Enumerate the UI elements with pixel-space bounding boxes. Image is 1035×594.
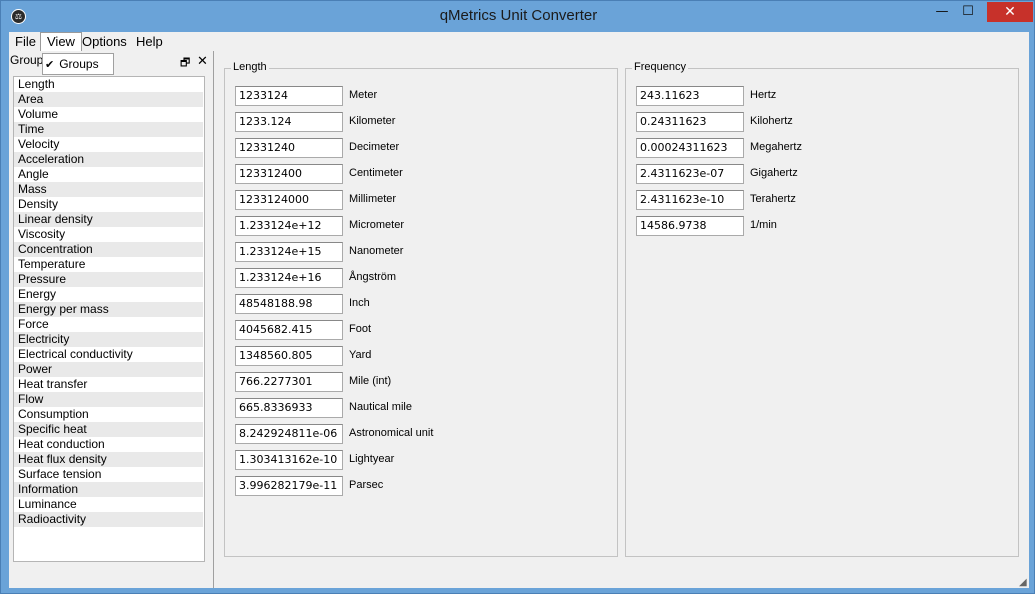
length-unit-label: Meter <box>349 89 378 101</box>
length-value-field[interactable]: 1348560.805 <box>235 346 343 366</box>
group-list-item[interactable]: Energy per mass <box>14 302 203 317</box>
group-list-item[interactable]: Linear density <box>14 212 203 227</box>
app-window: ⚖ qMetrics Unit Converter — ☐ ✕ File Vie… <box>0 0 1035 594</box>
frequency-group-box: Frequency 243.11623 Hertz 0.24311623 Kilohe… <box>625 61 1019 557</box>
length-value-field[interactable]: 766.2277301 <box>235 372 343 392</box>
length-value-field[interactable]: 3.996282179e-11 <box>235 476 343 496</box>
length-value-field[interactable]: 1.303413162e-10 <box>235 450 343 470</box>
close-button[interactable]: ✕ <box>987 2 1033 22</box>
length-value-field[interactable]: 4045682.415 <box>235 320 343 340</box>
length-group-title: Length <box>231 61 269 73</box>
length-value-field[interactable]: 665.8336933 <box>235 398 343 418</box>
group-list-item[interactable]: Electricity <box>14 332 203 347</box>
length-unit-label: Nautical mile <box>349 401 412 413</box>
length-unit-label: Astronomical unit <box>349 427 434 439</box>
group-list-item[interactable]: Heat flux density <box>14 452 203 467</box>
frequency-value-field[interactable]: 2.4311623e-10 <box>636 190 744 210</box>
frequency-group-title: Frequency <box>632 61 688 73</box>
group-list-item[interactable]: Area <box>14 92 203 107</box>
length-unit-label: Millimeter <box>349 193 397 205</box>
group-list-item[interactable]: Surface tension <box>14 467 203 482</box>
group-list-item[interactable]: Heat conduction <box>14 437 203 452</box>
frequency-value-field[interactable]: 0.24311623 <box>636 112 744 132</box>
frequency-unit-label: 1/min <box>750 219 777 231</box>
length-unit-label: Foot <box>349 323 372 335</box>
menu-help[interactable]: Help <box>130 32 169 51</box>
length-value-field[interactable]: 1.233124e+16 <box>235 268 343 288</box>
frequency-value-field[interactable]: 2.4311623e-07 <box>636 164 744 184</box>
maximize-button[interactable]: ☐ <box>955 2 981 22</box>
minimize-button[interactable]: — <box>929 2 955 22</box>
group-list-item[interactable]: Radioactivity <box>14 512 203 527</box>
group-list-item[interactable]: Consumption <box>14 407 203 422</box>
group-list-item[interactable]: Pressure <box>14 272 203 287</box>
group-dock-panel: Group ✔ Groups 🗗 ✕ Length Area Volume Time Ve… <box>9 51 213 588</box>
groups-toggle[interactable]: ✔ Groups <box>42 53 114 75</box>
group-list[interactable]: Length Area Volume Time Velocity Acceleration… <box>13 76 205 562</box>
frequency-value-field[interactable]: 243.11623 <box>636 86 744 106</box>
length-unit-label: Micrometer <box>349 219 405 231</box>
length-value-field[interactable]: 48548188.98 <box>235 294 343 314</box>
frequency-unit-label: Hertz <box>750 89 777 101</box>
length-unit-label: Decimeter <box>349 141 400 153</box>
title-bar[interactable]: ⚖ qMetrics Unit Converter — ☐ ✕ <box>1 1 1035 32</box>
float-dock-icon[interactable]: 🗗 <box>180 54 190 73</box>
length-value-field[interactable]: 1233.124 <box>235 112 343 132</box>
length-value-field[interactable]: 1.233124e+12 <box>235 216 343 236</box>
length-group-box: Length 1233124 Meter 1233.124 Kilometer 1233… <box>224 61 618 557</box>
group-list-item[interactable]: Specific heat <box>14 422 203 437</box>
group-list-item[interactable]: Electrical conductivity <box>14 347 203 362</box>
group-list-item[interactable]: Density <box>14 197 203 212</box>
group-list-item[interactable]: Time <box>14 122 203 137</box>
group-list-item[interactable]: Heat transfer <box>14 377 203 392</box>
group-list-item[interactable]: Concentration <box>14 242 203 257</box>
group-list-item[interactable]: Energy <box>14 287 203 302</box>
group-list-item[interactable]: Flow <box>14 392 203 407</box>
dock-splitter[interactable] <box>213 51 216 588</box>
group-list-item[interactable]: Length <box>14 77 203 92</box>
group-list-item[interactable]: Force <box>14 317 203 332</box>
frequency-unit-label: Kilohertz <box>750 115 793 127</box>
length-unit-label: Nanometer <box>349 245 404 257</box>
length-value-field[interactable]: 8.242924811e-06 <box>235 424 343 444</box>
length-value-field[interactable]: 1233124 <box>235 86 343 106</box>
group-list-item[interactable]: Power <box>14 362 203 377</box>
length-unit-label: Centimeter <box>349 167 403 179</box>
menu-bar: File View Options Help <box>9 32 1029 51</box>
menu-file[interactable]: File <box>9 32 42 51</box>
resize-grip-icon[interactable]: ◢ <box>1019 577 1027 588</box>
length-unit-label: Yard <box>349 349 372 361</box>
client-area: File View Options Help Group ✔ Groups 🗗 ✕… <box>9 32 1029 588</box>
group-list-item[interactable]: Temperature <box>14 257 203 272</box>
length-unit-label: Parsec <box>349 479 384 491</box>
frequency-value-field[interactable]: 0.00024311623 <box>636 138 744 158</box>
menu-options[interactable]: Options <box>76 32 133 51</box>
group-list-item[interactable]: Luminance <box>14 497 203 512</box>
frequency-unit-label: Terahertz <box>750 193 796 205</box>
group-list-item[interactable]: Information <box>14 482 203 497</box>
frequency-value-field[interactable]: 14586.9738 <box>636 216 744 236</box>
group-list-item[interactable]: Velocity <box>14 137 203 152</box>
groups-toggle-label: Groups <box>59 57 99 71</box>
frequency-unit-label: Megahertz <box>750 141 802 153</box>
group-list-item[interactable]: Volume <box>14 107 203 122</box>
length-unit-label: Ångström <box>349 271 397 283</box>
length-value-field[interactable]: 123312400 <box>235 164 343 184</box>
group-list-item[interactable]: Viscosity <box>14 227 203 242</box>
checkmark-icon: ✔ <box>45 59 55 71</box>
length-unit-label: Kilometer <box>349 115 396 127</box>
length-unit-label: Mile (int) <box>349 375 392 387</box>
dock-title: Group <box>10 53 44 67</box>
close-dock-icon[interactable]: ✕ <box>197 53 208 69</box>
length-value-field[interactable]: 1233124000 <box>235 190 343 210</box>
group-list-item[interactable]: Mass <box>14 182 203 197</box>
frequency-unit-label: Gigahertz <box>750 167 798 179</box>
length-unit-label: Lightyear <box>349 453 395 465</box>
window-title: qMetrics Unit Converter <box>439 7 598 24</box>
length-value-field[interactable]: 1.233124e+15 <box>235 242 343 262</box>
length-unit-label: Inch <box>349 297 370 309</box>
group-list-item[interactable]: Angle <box>14 167 203 182</box>
length-value-field[interactable]: 12331240 <box>235 138 343 158</box>
group-list-item[interactable]: Acceleration <box>14 152 203 167</box>
